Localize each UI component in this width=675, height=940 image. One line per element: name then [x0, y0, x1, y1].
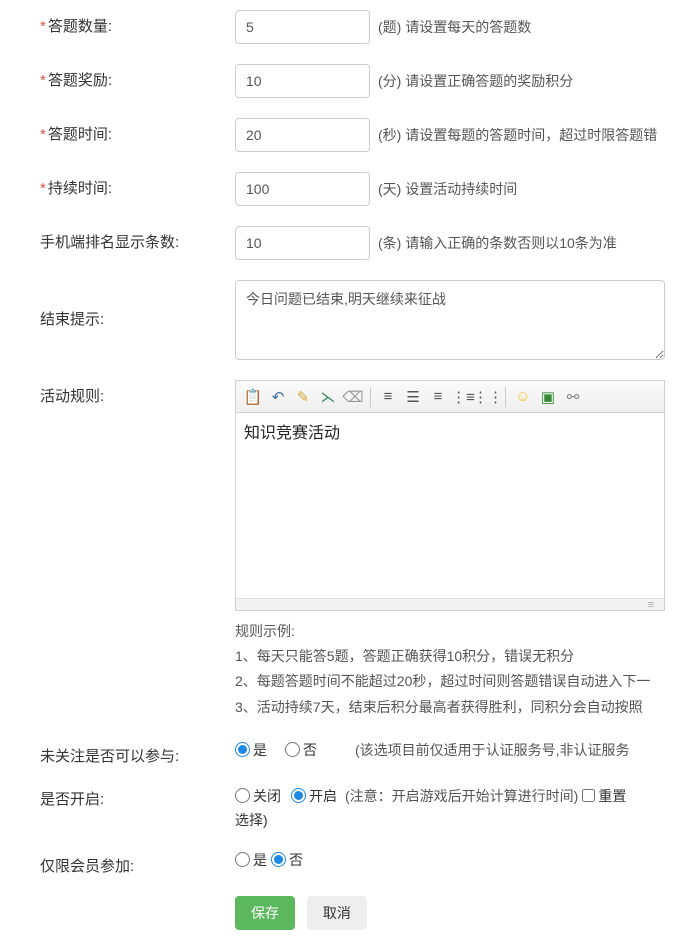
undo-icon[interactable]: ↶	[267, 386, 289, 408]
radio-unfollow-yes[interactable]: 是	[235, 740, 267, 760]
label-rules: 活动规则:	[40, 380, 235, 406]
emoji-icon[interactable]: ☺	[512, 386, 534, 408]
image-icon[interactable]: ▣	[537, 386, 559, 408]
label-time: *答题时间:	[40, 118, 235, 144]
checkbox-reset[interactable]: 重置	[582, 786, 626, 806]
label-enable: 是否开启:	[40, 786, 235, 809]
hint-rank-rows: (条) 请输入正确的条数否则以10条为准	[378, 233, 617, 253]
rule-example-line: 2、每题答题时间不能超过20秒，超过时间则答题错误自动进入下一	[235, 669, 675, 694]
note-enable: (注意：开启游戏后开始计算进行时间)	[345, 786, 578, 806]
toolbar-separator	[505, 387, 506, 407]
radio-member-no-input[interactable]	[271, 852, 286, 867]
label-member-only: 仅限会员参加:	[40, 850, 235, 876]
radio-member-no[interactable]: 否	[271, 850, 303, 870]
radio-enable-open-input[interactable]	[291, 788, 306, 803]
align-right-icon[interactable]: ≡	[427, 386, 449, 408]
rule-example-line: 1、每天只能答5题，答题正确获得10积分，错误无积分	[235, 644, 675, 669]
radio-unfollow-no[interactable]: 否	[285, 740, 317, 760]
rule-example: 规则示例: 1、每天只能答5题，答题正确获得10积分，错误无积分 2、每题答题时…	[235, 619, 675, 720]
editor-resize-handle[interactable]: ≡	[236, 598, 664, 610]
input-reward[interactable]	[235, 64, 370, 98]
label-duration: *持续时间:	[40, 172, 235, 198]
input-time[interactable]	[235, 118, 370, 152]
label-end-prompt: 结束提示:	[40, 280, 235, 329]
note-enable-extra: 选择)	[235, 810, 675, 830]
radio-member-yes-input[interactable]	[235, 852, 250, 867]
hint-time: (秒) 请设置每题的答题时间，超过时限答题错	[378, 125, 657, 145]
radio-member-yes[interactable]: 是	[235, 850, 267, 870]
radio-unfollow-no-input[interactable]	[285, 742, 300, 757]
editor-body[interactable]: 知识竞赛活动	[236, 413, 664, 598]
hint-duration: (天) 设置活动持续时间	[378, 179, 517, 199]
radio-unfollow-yes-input[interactable]	[235, 742, 250, 757]
link-icon[interactable]: ⚯	[562, 386, 584, 408]
radio-enable-open[interactable]: 开启	[291, 786, 337, 806]
brush-icon[interactable]: ✎	[292, 386, 314, 408]
hint-count: (题) 请设置每天的答题数	[378, 17, 531, 37]
input-count[interactable]	[235, 10, 370, 44]
align-left-icon[interactable]: ≡	[377, 386, 399, 408]
hint-reward: (分) 请设置正确答题的奖励积分	[378, 71, 573, 91]
rule-example-line: 3、活动持续7天，结束后积分最高者获得胜利，同积分会自动按照	[235, 695, 675, 720]
align-center-icon[interactable]: ☰	[402, 386, 424, 408]
eraser-icon[interactable]: ⌫	[342, 386, 364, 408]
rule-example-title: 规则示例:	[235, 619, 675, 644]
editor-toolbar: 📋 ↶ ✎ ⋋ ⌫ ≡ ☰ ≡ ⋮≡ ⋮⋮ ☺ ▣ ⚯	[236, 381, 664, 413]
radio-enable-close-input[interactable]	[235, 788, 250, 803]
toolbar-separator	[370, 387, 371, 407]
radio-enable-close[interactable]: 关闭	[235, 786, 281, 806]
input-rank-rows[interactable]	[235, 226, 370, 260]
format-icon[interactable]: ⋋	[317, 386, 339, 408]
list-ordered-icon[interactable]: ⋮≡	[452, 386, 474, 408]
rich-editor: 📋 ↶ ✎ ⋋ ⌫ ≡ ☰ ≡ ⋮≡ ⋮⋮ ☺ ▣ ⚯ 知识竞赛活动 ≡	[235, 380, 665, 611]
label-count: *答题数量:	[40, 10, 235, 36]
paste-icon[interactable]: 📋	[242, 386, 264, 408]
cancel-button[interactable]: 取消	[307, 896, 367, 930]
save-button[interactable]: 保存	[235, 896, 295, 930]
list-unordered-icon[interactable]: ⋮⋮	[477, 386, 499, 408]
label-rank-rows: 手机端排名显示条数:	[40, 226, 235, 252]
note-unfollow: (该选项目前仅适用于认证服务号,非认证服务	[355, 740, 630, 760]
label-reward: *答题奖励:	[40, 64, 235, 90]
checkbox-reset-input[interactable]	[582, 789, 595, 802]
input-end-prompt[interactable]: 今日问题已结束,明天继续来征战	[235, 280, 665, 360]
input-duration[interactable]	[235, 172, 370, 206]
label-unfollow: 未关注是否可以参与:	[40, 740, 235, 766]
